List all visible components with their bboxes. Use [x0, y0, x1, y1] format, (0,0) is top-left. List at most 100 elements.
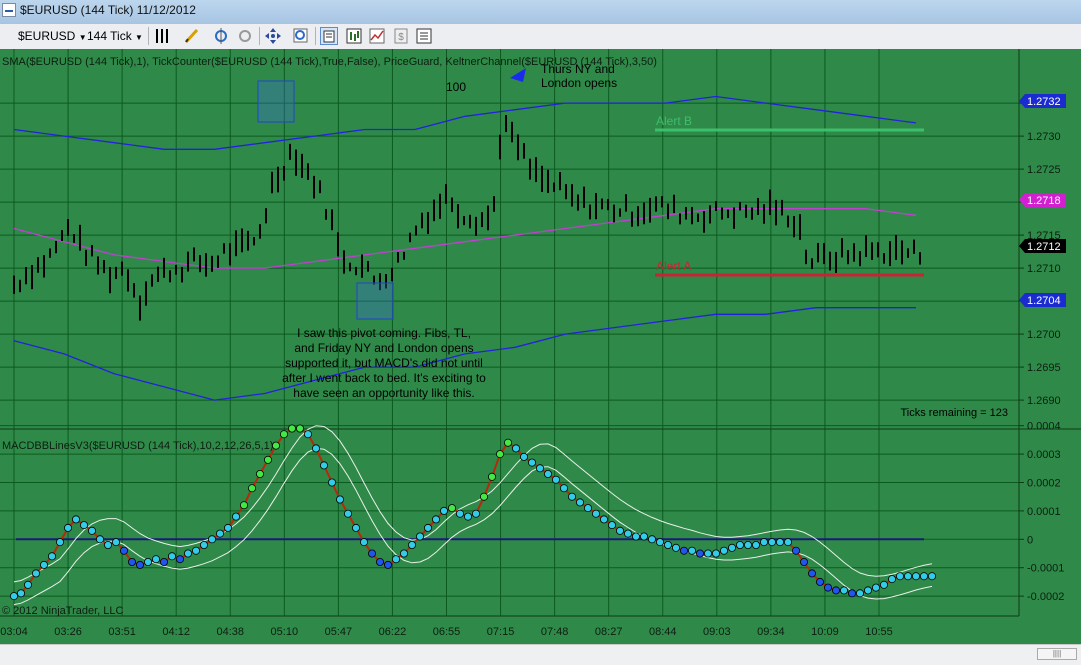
indicators-icon[interactable]: [368, 27, 386, 45]
macd-point: [359, 538, 368, 547]
zoom-icon[interactable]: [292, 27, 310, 45]
macd-point: [431, 515, 440, 524]
macd-point: [487, 472, 496, 481]
macd-point: [784, 538, 793, 547]
time-tick-label: 04:38: [216, 626, 244, 638]
macd-point: [920, 572, 929, 581]
price-marker-upper-text: 1.2732: [1027, 96, 1061, 108]
macd-point: [423, 523, 432, 532]
chart-background: [0, 49, 1081, 644]
macd-point: [143, 557, 152, 566]
macd-point: [439, 506, 448, 515]
macd-point: [560, 484, 569, 493]
window-title: $EURUSD (144 Tick) 11/12/2012: [20, 3, 196, 17]
time-tick-label: 06:55: [433, 626, 461, 638]
macd-tick-label: 0: [1027, 534, 1033, 546]
macd-point: [88, 526, 97, 535]
macd-point: [311, 444, 320, 453]
macd-point: [279, 430, 288, 439]
macd-point: [536, 464, 545, 473]
macd-point: [455, 509, 464, 518]
macd-point: [96, 535, 105, 544]
macd-point: [327, 478, 336, 487]
macd-point: [616, 526, 625, 535]
macd-point: [880, 580, 889, 589]
price-tick-label: 1.2725: [1027, 164, 1061, 176]
highlight-box-top: [257, 80, 295, 123]
chevron-down-icon: ▼: [78, 33, 87, 42]
macd-point: [56, 538, 65, 547]
properties-icon[interactable]: [415, 27, 433, 45]
label-100: 100: [446, 80, 466, 94]
macd-point: [40, 560, 49, 569]
macd-panel-indicator-label: MACDBBLinesV3($EURUSD (144 Tick),10,2,12…: [2, 440, 273, 452]
macd-point: [391, 555, 400, 564]
instrument-selector[interactable]: $EURUSD ▼: [18, 27, 87, 45]
macd-point: [104, 540, 113, 549]
macd-point: [9, 592, 18, 601]
macd-point: [303, 430, 312, 439]
price-tick-label: 1.2695: [1027, 362, 1061, 374]
macd-point: [48, 552, 57, 561]
macd-point: [824, 583, 833, 592]
macd-point: [728, 543, 737, 552]
macd-point: [768, 538, 777, 547]
macd-point: [848, 589, 857, 598]
macd-point: [295, 424, 304, 433]
macd-point: [760, 538, 769, 547]
macd-point: [656, 538, 665, 547]
macd-tick-label: -0.0002: [1027, 591, 1064, 603]
macd-point: [688, 546, 697, 555]
macd-point: [912, 572, 921, 581]
time-tick-label: 07:15: [487, 626, 515, 638]
crosshair-icon[interactable]: [212, 27, 230, 45]
resize-grip-icon[interactable]: ||||: [1037, 648, 1077, 660]
time-tick-label: 09:03: [703, 626, 731, 638]
macd-point: [792, 546, 801, 555]
time-tick-label: 08:44: [649, 626, 677, 638]
chart-area[interactable]: SMA($EURUSD (144 Tick),1), TickCounter($…: [0, 49, 1081, 644]
data-box-icon[interactable]: [320, 27, 338, 45]
macd-point: [608, 521, 617, 530]
macd-point: [512, 444, 521, 453]
pivot-note: I saw this pivot coming. Fibs, TL, and Fr…: [282, 326, 486, 400]
macd-point: [343, 509, 352, 518]
time-axis-labels: 03:04 03:26 03:51 04:12 04:38 05:10 05:47 06:22…: [0, 626, 893, 638]
snap-icon[interactable]: [236, 27, 254, 45]
pivot-note-line: I saw this pivot coming. Fibs, TL,: [297, 326, 471, 340]
macd-point: [447, 504, 456, 513]
arrow-note: Thurs NY and London opens: [541, 62, 617, 90]
macd-point: [64, 523, 73, 532]
macd-point: [696, 549, 705, 558]
macd-point: [856, 589, 865, 598]
pan-icon[interactable]: [264, 27, 282, 45]
macd-point: [151, 555, 160, 564]
drawing-tool-icon[interactable]: [183, 27, 201, 45]
macd-point: [375, 557, 384, 566]
time-tick-label: 06:22: [379, 626, 407, 638]
macd-point: [704, 549, 713, 558]
macd-point: [207, 535, 216, 544]
svg-text:$: $: [398, 32, 404, 43]
macd-point: [503, 438, 512, 447]
macd-point: [576, 498, 585, 507]
copyright: © 2012 NinjaTrader, LLC: [2, 605, 123, 617]
macd-point: [832, 586, 841, 595]
macd-point: [528, 458, 537, 467]
time-tick-label: 08:27: [595, 626, 623, 638]
macd-point: [479, 492, 488, 501]
macd-point: [632, 532, 641, 541]
price-marker-lower-text: 1.2704: [1027, 295, 1061, 307]
interval-selector[interactable]: 144 Tick ▼: [87, 27, 143, 45]
macd-point: [287, 424, 296, 433]
macd-point: [127, 557, 136, 566]
toolbar-divider: [148, 27, 149, 45]
macd-point: [904, 572, 913, 581]
strategies-icon[interactable]: $: [392, 27, 410, 45]
bar-type-icon[interactable]: [154, 27, 172, 45]
macd-tick-label: 0.0002: [1027, 477, 1061, 489]
chart-style-icon[interactable]: [345, 27, 363, 45]
macd-point: [183, 549, 192, 558]
alert-a-label: Alert A: [656, 259, 691, 273]
macd-point: [191, 546, 200, 555]
